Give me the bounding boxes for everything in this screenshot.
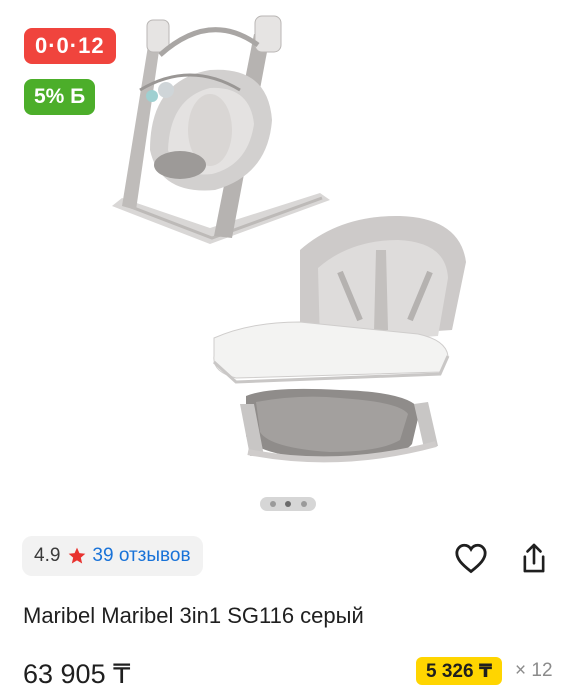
share-button[interactable]: [514, 538, 554, 578]
product-image-gallery[interactable]: 0·0·12 5% Б: [0, 0, 577, 515]
installment-months: × 12: [515, 660, 553, 681]
booster-seat-illustration: [212, 215, 466, 463]
bonus-badge: 5% Б: [24, 79, 96, 115]
gallery-dot[interactable]: [269, 501, 276, 507]
product-title: Maribel Maribel 3in1 SG116 серый: [23, 603, 364, 628]
swing-chair-illustration: [112, 15, 330, 244]
product-image[interactable]: [0, 0, 577, 515]
rating-summary[interactable]: 4.9 39 отзывов: [22, 536, 203, 576]
installment-price: 5 326 ₸: [416, 657, 503, 685]
installment-badge: 0·0·12: [24, 28, 116, 64]
gallery-pagination: [260, 497, 316, 511]
star-icon: [67, 546, 87, 566]
reviews-link[interactable]: 39 отзывов: [92, 545, 190, 567]
rating-value: 4.9: [34, 545, 61, 566]
gallery-dot-active[interactable]: [285, 501, 291, 507]
heart-icon: [455, 543, 487, 574]
share-icon: [523, 543, 545, 573]
product-price: 63 905 ₸: [23, 659, 131, 689]
gallery-dot[interactable]: [300, 501, 307, 507]
favorite-button[interactable]: [451, 538, 491, 578]
